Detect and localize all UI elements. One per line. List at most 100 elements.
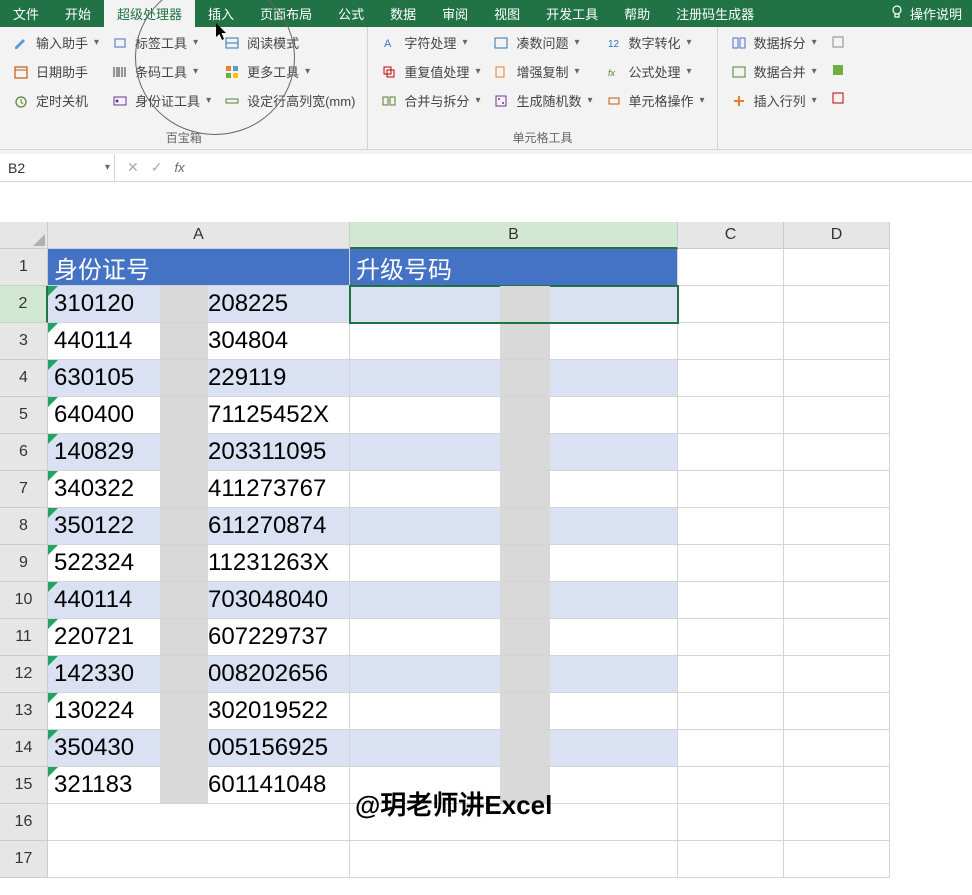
cell-c16[interactable] [678,804,784,841]
row-header[interactable]: 4 [0,360,48,397]
cell-a3[interactable]: 440114304804 [48,323,350,360]
cell-c2[interactable] [678,286,784,323]
enhance-copy-button[interactable]: 增强复制▾ [488,60,596,83]
row-header[interactable]: 16 [0,804,48,841]
cell-c8[interactable] [678,508,784,545]
cell-c14[interactable] [678,730,784,767]
cell-c12[interactable] [678,656,784,693]
cell-d1[interactable] [784,249,890,286]
row-header[interactable]: 1 [0,249,48,286]
cell-a14[interactable]: 350430005156925 [48,730,350,767]
cell-a5[interactable]: 64040071125452X [48,397,350,434]
row-header[interactable]: 12 [0,656,48,693]
cell-b10[interactable] [350,582,678,619]
cell-c3[interactable] [678,323,784,360]
cell-b6[interactable] [350,434,678,471]
tab-file[interactable]: 文件 [0,0,52,27]
cell-a9[interactable]: 52232411231263X [48,545,350,582]
date-helper-button[interactable]: 日期助手 [8,60,103,83]
formula-proc-button[interactable]: fx公式处理▾ [601,60,709,83]
tab-data[interactable]: 数据 [377,0,429,27]
cell-c1[interactable] [678,249,784,286]
cell-d3[interactable] [784,323,890,360]
col-header-b[interactable]: B [350,222,678,249]
cell-d16[interactable] [784,804,890,841]
col-header-d[interactable]: D [784,222,890,249]
cell-d13[interactable] [784,693,890,730]
read-mode-button[interactable]: 阅读模式 [219,31,359,54]
input-helper-button[interactable]: 输入助手▾ [8,31,103,54]
select-all-corner[interactable] [0,222,48,249]
cell-d10[interactable] [784,582,890,619]
data-split-button[interactable]: 数据拆分▾ [726,31,821,54]
row-header[interactable]: 9 [0,545,48,582]
cell-d15[interactable] [784,767,890,804]
cell-d8[interactable] [784,508,890,545]
cell-b11[interactable] [350,619,678,656]
row-header[interactable]: 11 [0,619,48,656]
tag-tool-button[interactable]: 标签工具▾ [107,31,215,54]
extra-button-2[interactable] [825,59,851,81]
timer-off-button[interactable]: 定时关机 [8,89,103,112]
cell-c10[interactable] [678,582,784,619]
cell-c11[interactable] [678,619,784,656]
tab-super-processor[interactable]: 超级处理器 [104,0,195,27]
tab-review[interactable]: 审阅 [429,0,481,27]
row-header[interactable]: 2 [0,286,48,323]
collect-q-button[interactable]: 凑数问题▾ [488,31,596,54]
row-header[interactable]: 15 [0,767,48,804]
cell-a4[interactable]: 630105229119 [48,360,350,397]
cell-d4[interactable] [784,360,890,397]
cell-a10[interactable]: 440114703048040 [48,582,350,619]
col-header-a[interactable]: A [48,222,350,249]
tab-page-layout[interactable]: 页面布局 [247,0,325,27]
row-header[interactable]: 17 [0,841,48,878]
row-header[interactable]: 10 [0,582,48,619]
cell-b5[interactable] [350,397,678,434]
cell-b9[interactable] [350,545,678,582]
cell-d7[interactable] [784,471,890,508]
cell-a6[interactable]: 140829203311095 [48,434,350,471]
data-merge-button[interactable]: 数据合并▾ [726,60,821,83]
cell-a15[interactable]: 321183601141048 [48,767,350,804]
extra-button-3[interactable] [825,87,851,109]
row-header[interactable]: 3 [0,323,48,360]
cell-c4[interactable] [678,360,784,397]
barcode-tool-button[interactable]: 条码工具▾ [107,60,215,83]
cell-d14[interactable] [784,730,890,767]
formula-input[interactable] [197,154,972,181]
cell-b17[interactable] [350,841,678,878]
row-header[interactable]: 14 [0,730,48,767]
cell-b3[interactable] [350,323,678,360]
cell-a1[interactable]: 身份证号 [48,249,350,286]
cell-c13[interactable] [678,693,784,730]
row-header[interactable]: 5 [0,397,48,434]
cell-b2[interactable] [350,286,678,323]
cell-a16[interactable] [48,804,350,841]
tab-home[interactable]: 开始 [52,0,104,27]
tab-view[interactable]: 视图 [481,0,533,27]
cell-d6[interactable] [784,434,890,471]
cell-a13[interactable]: 130224302019522 [48,693,350,730]
chevron-down-icon[interactable]: ▾ [105,162,110,173]
cell-a12[interactable]: 142330008202656 [48,656,350,693]
cell-b1[interactable]: 升级号码 [350,249,678,286]
tell-me-search[interactable]: 操作说明 [889,4,972,23]
id-tool-button[interactable]: 身份证工具▾ [107,89,215,112]
cell-d12[interactable] [784,656,890,693]
cell-a17[interactable] [48,841,350,878]
cell-b14[interactable] [350,730,678,767]
cell-b4[interactable] [350,360,678,397]
cell-a2[interactable]: 310120208225 [48,286,350,323]
cell-c6[interactable] [678,434,784,471]
fx-icon[interactable]: fx [174,160,184,175]
merge-split-button[interactable]: 合并与拆分▾ [376,89,484,112]
cell-a11[interactable]: 220721607229737 [48,619,350,656]
row-header[interactable]: 13 [0,693,48,730]
col-header-c[interactable]: C [678,222,784,249]
cell-a7[interactable]: 340322411273767 [48,471,350,508]
cell-ops-button[interactable]: 单元格操作▾ [601,89,709,112]
more-tools-button[interactable]: 更多工具▾ [219,60,359,83]
dup-proc-button[interactable]: 重复值处理▾ [376,60,484,83]
confirm-icon[interactable]: ✓ [151,159,163,176]
